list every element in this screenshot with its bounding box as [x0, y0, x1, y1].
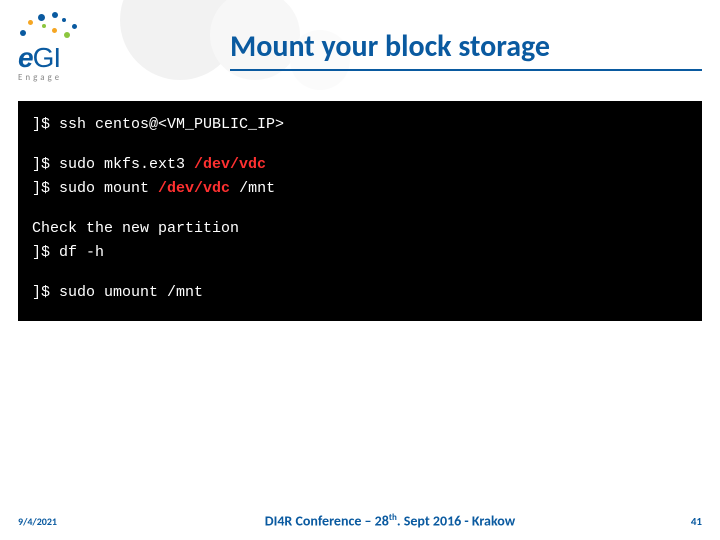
- prompt: ]$: [32, 284, 59, 301]
- slide-number: 41: [662, 515, 702, 528]
- slide-footer: 9/4/2021 DI4R Conference – 28th. Sept 20…: [0, 512, 720, 530]
- terminal-group: Check the new partition ]$ df -h: [32, 217, 688, 265]
- prompt: ]$: [32, 156, 59, 173]
- command-text: ssh centos@<VM_PUBLIC_IP>: [59, 116, 284, 133]
- footer-date: 9/4/2021: [18, 515, 118, 528]
- title-underline: [230, 69, 702, 71]
- terminal-group: ]$ sudo mkfs.ext3 /dev/vdc ]$ sudo mount…: [32, 153, 688, 201]
- prompt: ]$: [32, 180, 59, 197]
- device-path: /dev/vdc: [158, 180, 230, 197]
- terminal-line: ]$ sudo umount /mnt: [32, 281, 688, 305]
- terminal-line: ]$ sudo mount /dev/vdc /mnt: [32, 177, 688, 201]
- command-text: df -h: [59, 244, 104, 261]
- footer-conference: DI4R Conference – 28th. Sept 2016 - Krak…: [118, 512, 662, 530]
- prompt: ]$: [32, 244, 59, 261]
- logo-text: eGI: [18, 42, 130, 74]
- terminal-line: ]$ sudo mkfs.ext3 /dev/vdc: [32, 153, 688, 177]
- slide-title: Mount your block storage: [230, 28, 702, 65]
- comment-text: Check the new partition: [32, 217, 688, 241]
- slide-header: eGI Engage Mount your block storage: [0, 0, 720, 83]
- prompt: ]$: [32, 116, 59, 133]
- command-text: /mnt: [230, 180, 275, 197]
- terminal-block: ]$ ssh centos@<VM_PUBLIC_IP> ]$ sudo mkf…: [18, 101, 702, 321]
- command-text: sudo umount /mnt: [59, 284, 203, 301]
- egi-logo: eGI Engage: [18, 10, 130, 83]
- terminal-line: ]$ df -h: [32, 241, 688, 265]
- command-text: sudo mount: [59, 180, 158, 197]
- command-text: sudo mkfs.ext3: [59, 156, 194, 173]
- logo-dots-icon: [18, 10, 78, 40]
- device-path: /dev/vdc: [194, 156, 266, 173]
- logo-subtext: Engage: [18, 72, 130, 83]
- terminal-line: ]$ ssh centos@<VM_PUBLIC_IP>: [32, 113, 688, 137]
